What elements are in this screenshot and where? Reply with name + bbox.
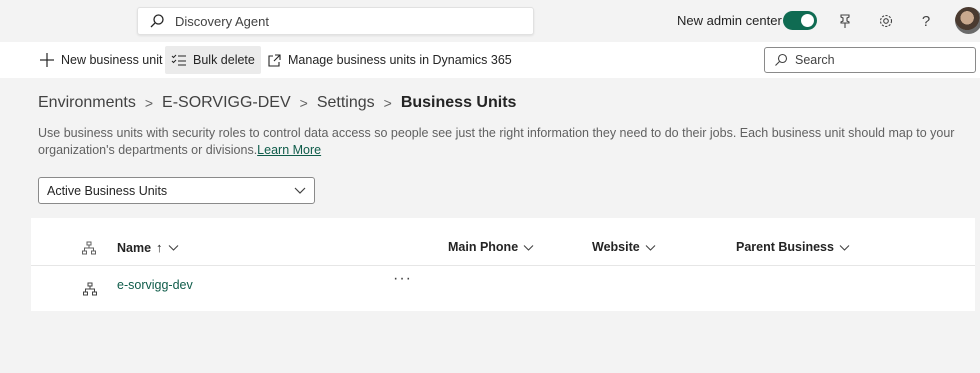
chevron-down-icon	[168, 245, 178, 251]
bulk-delete-label: Bulk delete	[193, 53, 255, 67]
breadcrumb: Environments > E-SORVIGG-DEV > Settings …	[38, 94, 516, 112]
business-unit-name-link[interactable]: e-sorvigg-dev	[117, 278, 193, 292]
plus-icon	[39, 52, 55, 68]
page-title: Business Units	[400, 94, 517, 111]
breadcrumb-settings[interactable]: Settings	[317, 94, 375, 112]
global-search-box[interactable]: Discovery Agent	[137, 7, 534, 35]
learn-more-link[interactable]: Learn More	[257, 143, 321, 157]
more-options-button[interactable]: ···	[393, 270, 412, 288]
top-header: Discovery Agent New admin center ?	[0, 0, 980, 42]
column-main-phone-label: Main Phone	[448, 240, 519, 254]
manage-in-dynamics-button[interactable]: Manage business units in Dynamics 365	[260, 46, 518, 74]
chevron-right-icon: >	[144, 95, 154, 111]
hierarchy-icon	[83, 282, 97, 296]
page-description: Use business units with security roles t…	[38, 125, 958, 159]
help-icon[interactable]: ?	[916, 11, 936, 31]
checklist-icon	[171, 52, 187, 68]
filter-selected-value: Active Business Units	[47, 183, 168, 198]
bulk-delete-button[interactable]: Bulk delete	[165, 46, 261, 74]
admin-center-toggle[interactable]	[783, 11, 817, 30]
global-search-placeholder: Discovery Agent	[175, 13, 269, 29]
search-icon	[775, 53, 788, 66]
chevron-down-icon	[839, 244, 850, 251]
breadcrumb-environment[interactable]: E-SORVIGG-DEV	[162, 94, 291, 112]
chevron-down-icon	[645, 244, 656, 251]
command-bar: New business unit Bulk delete Manage bus…	[0, 42, 980, 78]
column-name-label: Name	[117, 240, 152, 255]
hierarchy-icon	[82, 241, 96, 255]
sort-ascending-icon: ↑	[156, 240, 163, 255]
avatar[interactable]	[955, 7, 980, 34]
table-row[interactable]: e-sorvigg-dev ···	[31, 266, 975, 311]
search-box[interactable]	[764, 47, 976, 73]
column-header-main-phone[interactable]: Main Phone	[448, 240, 534, 254]
chevron-right-icon: >	[383, 95, 392, 111]
open-external-icon	[266, 52, 282, 68]
admin-center-label: New admin center	[677, 13, 782, 28]
column-parent-business-label: Parent Business	[736, 240, 834, 254]
grid-header: Name ↑ Main Phone Website Parent Busines…	[31, 218, 975, 266]
pin-icon[interactable]	[835, 11, 855, 31]
column-header-parent-business[interactable]: Parent Business	[736, 240, 850, 254]
manage-in-dynamics-label: Manage business units in Dynamics 365	[288, 53, 512, 67]
gear-icon[interactable]	[876, 11, 896, 31]
chevron-down-icon	[294, 187, 306, 194]
breadcrumb-environments[interactable]: Environments	[38, 94, 136, 112]
business-units-grid: Name ↑ Main Phone Website Parent Busines…	[31, 218, 975, 311]
new-business-unit-label: New business unit	[61, 53, 163, 67]
chevron-right-icon: >	[299, 95, 308, 111]
column-header-name[interactable]: Name ↑	[117, 240, 179, 255]
toggle-knob	[801, 14, 814, 27]
column-header-website[interactable]: Website	[592, 240, 656, 254]
description-text: Use business units with security roles t…	[38, 126, 955, 157]
new-business-unit-button[interactable]: New business unit	[33, 46, 168, 74]
search-icon	[150, 14, 164, 28]
search-input[interactable]	[795, 53, 965, 67]
chevron-down-icon	[523, 244, 534, 251]
column-website-label: Website	[592, 240, 640, 254]
business-unit-filter-dropdown[interactable]: Active Business Units	[38, 177, 315, 204]
